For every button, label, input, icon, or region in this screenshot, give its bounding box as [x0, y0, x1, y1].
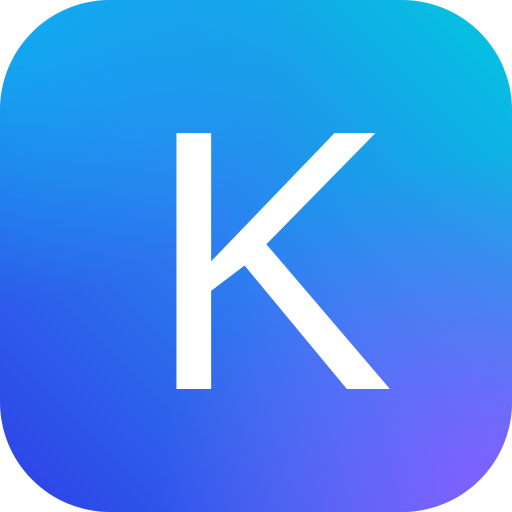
app-icon: K: [0, 0, 512, 512]
app-icon-svg: K: [0, 0, 512, 512]
icon-letter: K: [146, 52, 394, 468]
